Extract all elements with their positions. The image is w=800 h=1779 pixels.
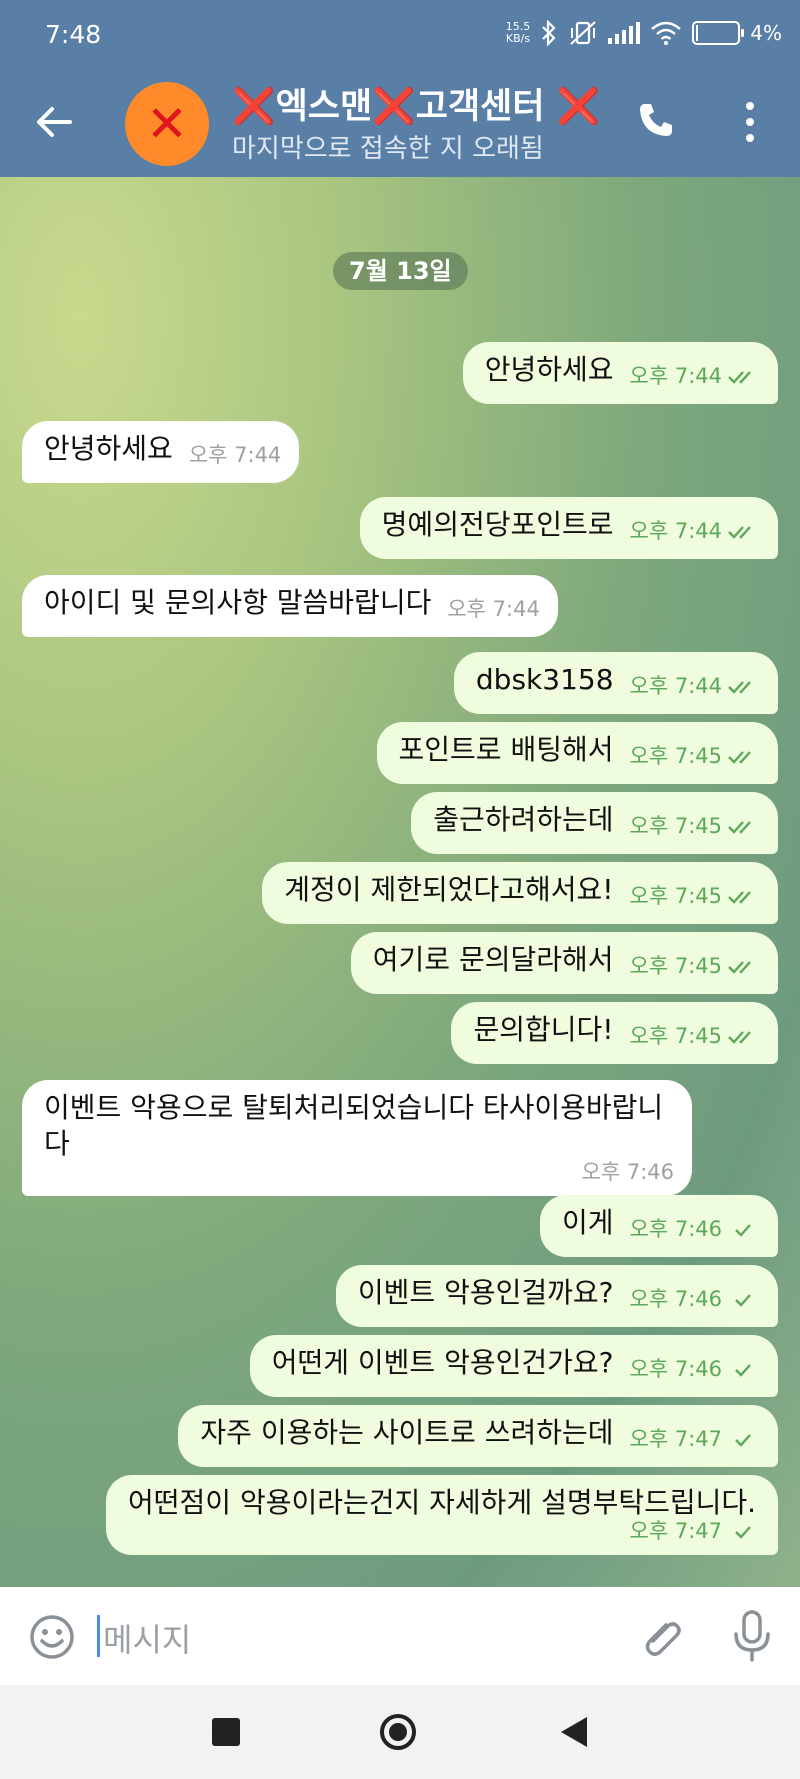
message-bubble-outgoing[interactable]: 어떤점이 악용이라는건지 자세하게 설명부탁드립니다. 오후 7:47 — [106, 1475, 778, 1555]
more-vertical-icon[interactable] — [740, 100, 760, 144]
message-text: 명예의전당포인트로 — [381, 508, 614, 541]
bluetooth-icon — [542, 20, 556, 46]
message-bubble-outgoing[interactable]: 안녕하세요 오후 7:44 — [462, 342, 778, 404]
close-x-icon: ✕ — [146, 95, 188, 153]
message-input-bar: 메시지 — [0, 1587, 800, 1685]
top-bar: 7:48 15.5 KB/s 4% ✕ ❌엑스맨❌고객센터 ❌ 마지막으로 접속… — [0, 0, 800, 177]
message-time: 오후 7:46 — [630, 1357, 760, 1381]
message-text: 계정이 제한되었다고해서요! — [284, 873, 614, 906]
chat-header: ✕ ❌엑스맨❌고객센터 ❌ 마지막으로 접속한 지 오래됨 — [0, 70, 800, 177]
message-time: 오후 7:47 — [630, 1427, 760, 1451]
phone-call-icon[interactable] — [636, 100, 676, 140]
message-text: 이벤트 악용인걸까요? — [357, 1276, 614, 1309]
single-check-icon — [735, 1434, 751, 1447]
single-check-icon — [735, 1364, 751, 1377]
battery-level: 4% — [750, 21, 782, 45]
message-bubble-incoming[interactable]: 아이디 및 문의사항 말씀바랍니다 오후 7:44 — [22, 575, 558, 637]
chat-title[interactable]: ❌엑스맨❌고객센터 ❌ — [232, 78, 600, 129]
message-time: 오후 7:44 — [630, 519, 760, 543]
message-time: 오후 7:46 — [630, 1217, 760, 1241]
double-check-icon — [728, 526, 751, 539]
message-time: 오후 7:45 — [630, 814, 760, 838]
emoji-icon[interactable] — [28, 1613, 76, 1661]
message-text: 안녕하세요 — [44, 432, 173, 465]
message-bubble-outgoing[interactable]: 명예의전당포인트로 오후 7:44 — [359, 497, 778, 559]
double-check-icon — [728, 681, 751, 694]
message-time: 오후 7:45 — [630, 884, 760, 908]
message-text: 출근하려하는데 — [433, 803, 614, 836]
recent-apps-icon[interactable] — [212, 1718, 240, 1746]
message-time: 오후 7:45 — [630, 954, 760, 978]
message-text: 어떤게 이벤트 악용인건가요? — [271, 1346, 614, 1379]
message-bubble-outgoing[interactable]: 문의합니다! 오후 7:45 — [451, 1002, 778, 1064]
message-time: 오후 7:46 — [581, 1160, 674, 1184]
message-time: 오후 7:44 — [630, 364, 760, 388]
message-bubble-incoming[interactable]: 안녕하세요 오후 7:44 — [22, 421, 300, 483]
message-time: 오후 7:44 — [630, 674, 760, 698]
message-bubble-outgoing[interactable]: 여기로 문의달라해서 오후 7:45 — [350, 932, 778, 994]
wifi-icon — [651, 21, 682, 45]
vibrate-off-icon — [570, 21, 597, 45]
message-text: 문의합니다! — [473, 1013, 614, 1046]
status-bar: 7:48 15.5 KB/s 4% — [0, 0, 800, 70]
avatar[interactable]: ✕ — [125, 82, 209, 166]
text-cursor — [97, 1615, 100, 1657]
date-separator: 7월 13일 — [333, 252, 468, 290]
message-text: 여기로 문의달라해서 — [372, 943, 614, 976]
message-bubble-outgoing[interactable]: 포인트로 배팅해서 오후 7:45 — [376, 722, 778, 784]
double-check-icon — [728, 821, 751, 834]
message-time: 오후 7:45 — [630, 744, 760, 768]
message-text: 이벤트 악용으로 탈퇴처리되었습니다 타사이용바랍니다 — [44, 1091, 664, 1160]
message-text: 아이디 및 문의사항 말씀바랍니다 — [44, 586, 432, 619]
double-check-icon — [728, 961, 751, 974]
back-arrow-icon[interactable] — [30, 98, 78, 146]
message-bubble-outgoing[interactable]: 어떤게 이벤트 악용인건가요? 오후 7:46 — [249, 1335, 778, 1397]
double-check-icon — [728, 751, 751, 764]
message-time: 오후 7:44 — [447, 597, 540, 621]
microphone-icon[interactable] — [730, 1609, 774, 1663]
message-time: 오후 7:44 — [188, 443, 282, 467]
message-bubble-outgoing[interactable]: 출근하려하는데 오후 7:45 — [411, 792, 778, 854]
nav-back-icon[interactable] — [559, 1715, 589, 1749]
double-check-icon — [728, 371, 751, 384]
message-time: 오후 7:47 — [630, 1513, 760, 1549]
message-text: dbsk3158 — [475, 663, 614, 696]
message-text: 포인트로 배팅해서 — [398, 733, 614, 766]
message-text: 안녕하세요 — [484, 353, 614, 386]
message-bubble-outgoing[interactable]: dbsk3158 오후 7:44 — [453, 652, 778, 714]
net-speed: 15.5 KB/s — [506, 21, 531, 45]
battery-icon — [692, 21, 745, 45]
message-bubble-outgoing[interactable]: 이벤트 악용인걸까요? 오후 7:46 — [335, 1265, 778, 1327]
message-bubble-outgoing[interactable]: 계정이 제한되었다고해서요! 오후 7:45 — [262, 862, 778, 924]
home-icon[interactable] — [379, 1713, 417, 1751]
message-bubble-incoming[interactable]: 이벤트 악용으로 탈퇴처리되었습니다 타사이용바랍니다 오후 7:46 — [22, 1080, 692, 1196]
system-nav-bar — [0, 1685, 800, 1779]
paperclip-icon[interactable] — [636, 1613, 684, 1661]
signal-icon — [608, 22, 641, 44]
message-text: 이게 — [561, 1206, 614, 1239]
message-bubble-outgoing[interactable]: 자주 이용하는 사이트로 쓰려하는데 오후 7:47 — [178, 1405, 778, 1467]
message-text: 자주 이용하는 사이트로 쓰려하는데 — [200, 1416, 614, 1449]
single-check-icon — [735, 1526, 751, 1539]
message-bubble-outgoing[interactable]: 이게 오후 7:46 — [539, 1195, 778, 1257]
single-check-icon — [735, 1294, 751, 1307]
message-input[interactable]: 메시지 — [103, 1615, 191, 1661]
message-time: 오후 7:45 — [630, 1024, 760, 1048]
status-time: 7:48 — [45, 20, 102, 49]
chat-area[interactable]: 7월 13일 안녕하세요 오후 7:44 안녕하세요 오후 7:44 명예의전당포인… — [0, 177, 800, 1587]
single-check-icon — [735, 1224, 751, 1237]
double-check-icon — [728, 891, 751, 904]
net-speed-unit: KB/s — [505, 32, 531, 45]
message-time: 오후 7:46 — [630, 1287, 760, 1311]
status-icons: 15.5 KB/s 4% — [506, 20, 782, 46]
double-check-icon — [728, 1031, 751, 1044]
last-seen-status: 마지막으로 접속한 지 오래됨 — [232, 134, 544, 164]
